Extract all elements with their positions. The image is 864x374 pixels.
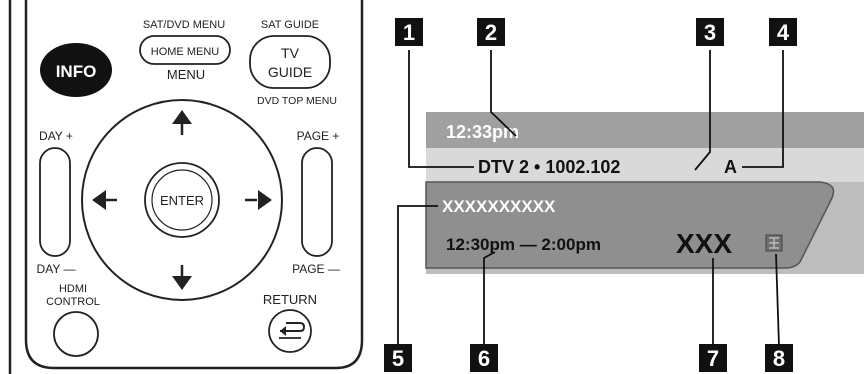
info-button-label: INFO [56, 62, 97, 81]
callout-8: 8 [765, 344, 793, 372]
callout-4: 4 [769, 18, 797, 46]
osd-program-title: XXXXXXXXXX [442, 197, 556, 216]
return-button[interactable] [268, 309, 312, 353]
svg-text:3: 3 [704, 20, 716, 45]
day-rocker-button[interactable] [39, 147, 71, 257]
callout-3: 3 [696, 18, 724, 46]
home-menu-button[interactable]: HOME MENU [139, 35, 231, 65]
osd-audio-indicator: A [724, 157, 737, 177]
svg-text:1: 1 [403, 20, 415, 45]
enter-button[interactable]: ENTER [144, 162, 220, 238]
enter-label: ENTER [160, 193, 204, 208]
sat-dvd-menu-label: SAT/DVD MENU [143, 19, 225, 31]
menu-label: MENU [167, 67, 205, 82]
osd-rating: XXX [676, 228, 732, 259]
callout-6: 6 [470, 344, 498, 372]
svg-text:6: 6 [478, 346, 490, 371]
svg-text:7: 7 [707, 346, 719, 371]
tv-guide-label-line2: GUIDE [268, 64, 312, 80]
callout-2: 2 [477, 18, 505, 46]
home-menu-label: HOME MENU [151, 46, 220, 58]
sat-guide-label: SAT GUIDE [261, 19, 319, 31]
tv-guide-button[interactable]: TV GUIDE [249, 35, 331, 89]
svg-text:4: 4 [777, 20, 790, 45]
remote-control: INFO SAT/DVD MENU HOME MENU MENU SAT GUI… [8, 0, 364, 374]
page-plus-label: PAGE + [297, 129, 340, 143]
page-rocker-button[interactable] [301, 147, 333, 257]
day-plus-label: DAY + [39, 129, 73, 143]
caption-icon [765, 234, 783, 252]
info-button[interactable]: INFO [40, 43, 112, 97]
osd-program-time: 12:30pm — 2:00pm [446, 235, 601, 254]
return-label: RETURN [263, 292, 317, 307]
hdmi-label-line1: HDMI [59, 283, 87, 295]
callout-5: 5 [384, 344, 412, 372]
info-diagram: INFO SAT/DVD MENU HOME MENU MENU SAT GUI… [8, 0, 864, 374]
hdmi-control-button[interactable] [53, 311, 99, 357]
osd-time: 12:33pm [446, 122, 519, 142]
callout-1: 1 [395, 18, 423, 46]
osd-channel-info: DTV 2 • 1002.102 [478, 157, 620, 177]
osd-program-card [425, 181, 835, 269]
day-minus-label: DAY — [37, 262, 76, 276]
osd-banner: 12:33pm DTV 2 • 1002.102 A XXXXXXXXXX 12… [384, 18, 864, 372]
callout-7: 7 [699, 344, 727, 372]
dpad: ENTER [81, 99, 283, 301]
svg-text:5: 5 [392, 346, 404, 371]
tv-guide-label-line1: TV [281, 45, 300, 61]
page-minus-label: PAGE — [292, 262, 340, 276]
dvd-top-menu-label: DVD TOP MENU [257, 95, 337, 107]
svg-text:8: 8 [773, 346, 785, 371]
svg-text:2: 2 [485, 20, 497, 45]
hdmi-label-line2: CONTROL [46, 296, 100, 308]
